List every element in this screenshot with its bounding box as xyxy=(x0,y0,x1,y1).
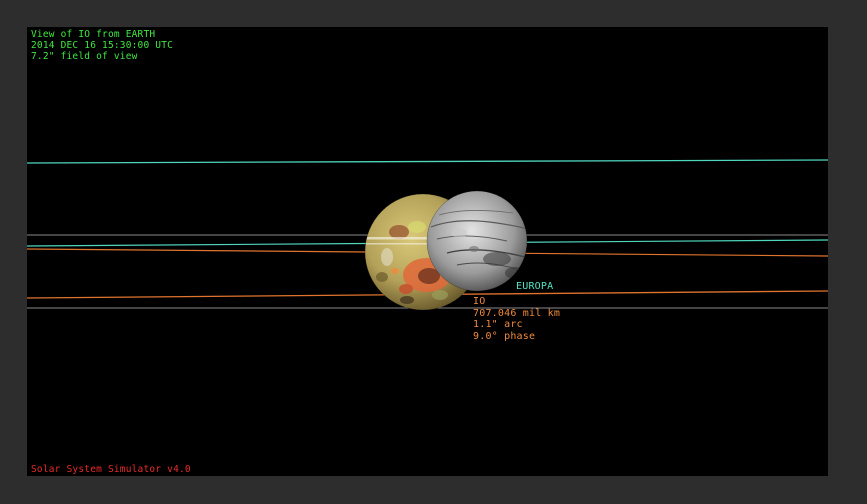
sky-viewport[interactable]: View of IO from EARTH 2014 DEC 16 15:30:… xyxy=(27,27,828,476)
europa-moon[interactable] xyxy=(426,190,529,292)
europa-orbit-line-upper xyxy=(27,159,828,164)
io-name-label: IO xyxy=(473,296,486,307)
date-time-text: 2014 DEC 16 15:30:00 UTC xyxy=(31,40,174,51)
hud-header: View of IO from EARTH 2014 DEC 16 15:30:… xyxy=(31,29,173,62)
field-of-view-text: 7.2" field of view xyxy=(31,51,138,62)
io-label-block: IO 707.046 mil km 1.1" arc 9.0° phase xyxy=(473,296,560,342)
app-name-footer: Solar System Simulator v4.0 xyxy=(31,464,191,475)
io-arc-label: 1.1" arc xyxy=(473,319,523,330)
io-distance-label: 707.046 mil km xyxy=(473,307,561,319)
view-target-text: View of IO from EARTH xyxy=(31,29,156,40)
io-phase-label: 9.0° phase xyxy=(473,330,536,342)
europa-label: EUROPA xyxy=(516,281,554,292)
sky-scene xyxy=(27,159,828,311)
